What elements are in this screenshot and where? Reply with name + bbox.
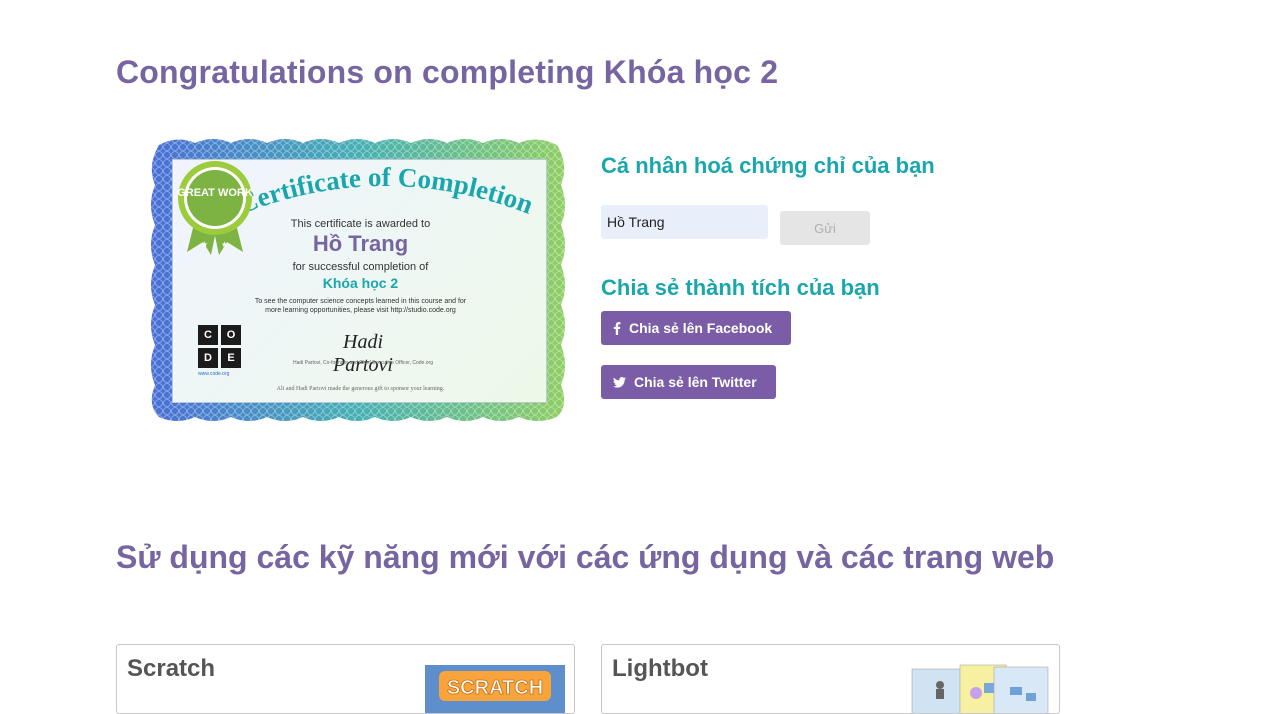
certificate-awarded-text: This certificate is awarded to — [290, 218, 431, 230]
app-card-scratch[interactable]: Scratch SCRATCH — [116, 644, 575, 714]
personalize-heading: Cá nhân hoá chứng chỉ của bạn — [601, 153, 935, 178]
apps-heading: Sử dụng các kỹ năng mới với các ứng dụng… — [116, 539, 1055, 575]
svg-text:★: ★ — [201, 240, 208, 249]
submit-button[interactable]: Gửi — [780, 211, 870, 245]
share-twitter-button[interactable]: Chia sẻ lên Twitter — [601, 365, 776, 399]
code-logo-letter: O — [221, 325, 241, 345]
great-work-badge-icon: GREAT WORK ★ ★ — [177, 161, 253, 255]
certificate-footer: Ali and Hadi Partovi made the generous g… — [276, 386, 445, 392]
share-heading: Chia sẻ thành tích của bạn — [601, 275, 880, 300]
certificate-recipient: Hồ Trang — [312, 231, 409, 256]
svg-text:SCRATCH: SCRATCH — [447, 677, 543, 699]
twitter-icon — [613, 376, 626, 388]
scratch-thumbnail: SCRATCH — [425, 665, 565, 713]
app-card-lightbot[interactable]: Lightbot — [601, 644, 1060, 714]
code-logo: C O D E — [198, 325, 242, 369]
svg-text:GREAT WORK: GREAT WORK — [177, 187, 253, 199]
certificate-image: Certificate of Completion This certifica… — [147, 135, 569, 425]
app-card-title: Scratch — [127, 655, 216, 682]
share-facebook-label: Chia sẻ lên Facebook — [629, 320, 773, 336]
certificate-name-input[interactable] — [601, 205, 768, 239]
facebook-icon — [613, 321, 621, 335]
lightbot-thumbnail — [910, 663, 1050, 713]
share-facebook-button[interactable]: Chia sẻ lên Facebook — [601, 311, 791, 345]
svg-text:★: ★ — [221, 240, 228, 249]
share-twitter-label: Chia sẻ lên Twitter — [634, 374, 757, 390]
certificate-for-text: for successful completion of — [292, 261, 429, 273]
certificate-signature: Hadi Partovi — [333, 331, 393, 376]
svg-text:Certificate of Completion: Certificate of Completion — [234, 162, 538, 220]
app-card-title: Lightbot — [612, 655, 708, 682]
code-logo-letter: D — [198, 348, 218, 368]
code-logo-letter: C — [198, 325, 218, 345]
certificate-body: Certificate of Completion This certifica… — [172, 159, 547, 403]
certificate-note: To see the computer science concepts lea… — [254, 298, 467, 314]
code-logo-letter: E — [221, 348, 241, 368]
certificate-course: Khóa học 2 — [322, 275, 399, 291]
page-title: Congratulations on completing Khóa học 2 — [116, 54, 779, 90]
code-logo-url: www.code.org — [198, 371, 230, 377]
certificate-signature-caption: Hadi Partovi, Co-founder and Chief Execu… — [293, 360, 433, 366]
